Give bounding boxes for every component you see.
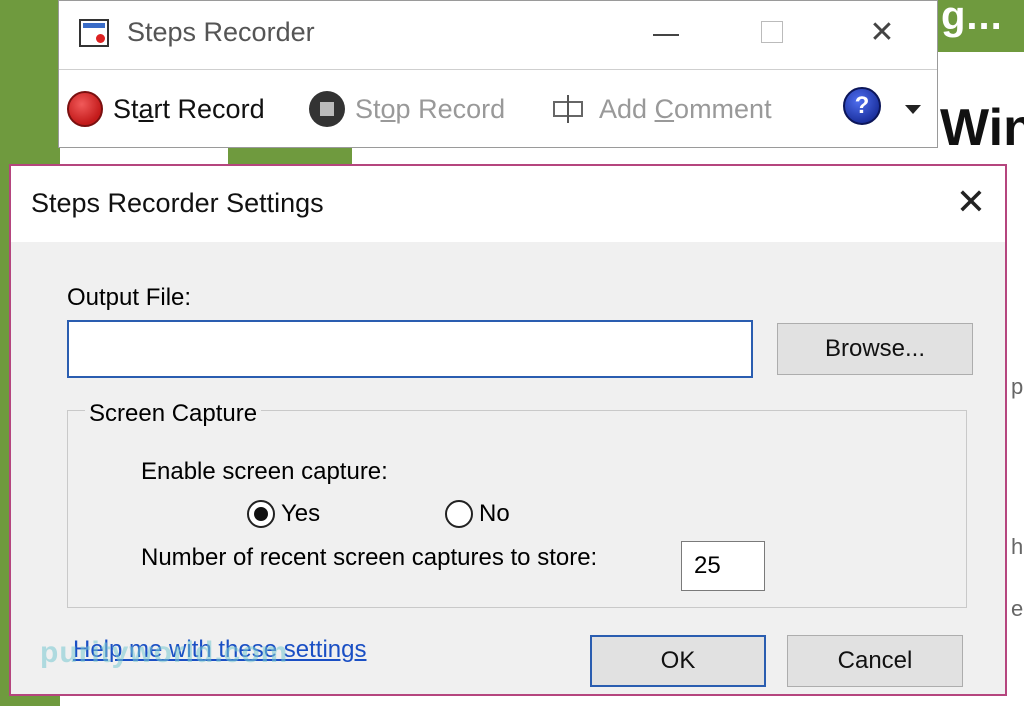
steps-recorder-window: Steps Recorder ✕ Start Record Stop Recor… <box>58 0 938 148</box>
enable-screen-capture-label: Enable screen capture: <box>141 458 388 485</box>
screen-capture-yes-radio[interactable]: Yes <box>247 500 320 528</box>
minimize-button[interactable] <box>643 13 689 53</box>
cancel-button[interactable]: Cancel <box>787 635 963 687</box>
dialog-titlebar: Steps Recorder Settings ✕ <box>11 166 1005 242</box>
help-icon[interactable]: ? <box>843 87 881 125</box>
add-comment-label: Add Comment <box>599 93 772 124</box>
recorder-toolbar: Start Record Stop Record Add Comment <box>59 69 937 149</box>
radio-unselected-icon <box>445 500 473 528</box>
background-right-edge: p h e <box>1008 240 1024 706</box>
maximize-button[interactable] <box>749 13 795 53</box>
screen-capture-group-label: Screen Capture <box>85 400 262 428</box>
screen-capture-no-radio[interactable]: No <box>445 500 510 528</box>
background-header-text: g... <box>941 0 1003 38</box>
captures-count-input[interactable] <box>681 541 765 591</box>
close-window-button[interactable]: ✕ <box>859 13 905 53</box>
start-record-button[interactable]: Start Record <box>67 87 265 131</box>
no-label: No <box>479 500 510 527</box>
start-record-label: Start Record <box>113 93 265 124</box>
recorder-titlebar: Steps Recorder ✕ <box>59 1 937 70</box>
yes-label: Yes <box>281 500 321 527</box>
background-edge-char: h <box>1011 534 1024 559</box>
background-edge-char: p <box>1011 374 1024 399</box>
ok-button[interactable]: OK <box>590 635 766 687</box>
screen-capture-group <box>67 410 967 608</box>
settings-dialog: Steps Recorder Settings ✕ Output File: B… <box>9 164 1007 696</box>
recorder-title: Steps Recorder <box>127 17 315 47</box>
dialog-close-icon[interactable]: ✕ <box>951 182 991 222</box>
record-icon <box>67 91 103 127</box>
add-comment-icon <box>551 95 589 123</box>
watermark: purityworld.com <box>40 636 289 669</box>
captures-count-label: Number of recent screen captures to stor… <box>141 544 598 571</box>
stop-icon <box>309 91 345 127</box>
stop-record-button[interactable]: Stop Record <box>309 87 505 131</box>
background-header-block: g... <box>935 0 1024 52</box>
output-file-label: Output File: <box>67 284 192 311</box>
add-comment-button[interactable]: Add Comment <box>551 87 772 131</box>
output-file-input[interactable] <box>67 320 753 378</box>
stop-record-label: Stop Record <box>355 93 506 124</box>
dialog-title: Steps Recorder Settings <box>31 188 324 218</box>
help-dropdown-arrow-icon[interactable] <box>905 105 921 114</box>
browse-button[interactable]: Browse... <box>777 323 973 375</box>
background-edge-char: e <box>1011 596 1024 621</box>
radio-selected-icon <box>247 500 275 528</box>
steps-recorder-app-icon <box>79 19 109 47</box>
background-heading-text: Win <box>940 99 1024 157</box>
